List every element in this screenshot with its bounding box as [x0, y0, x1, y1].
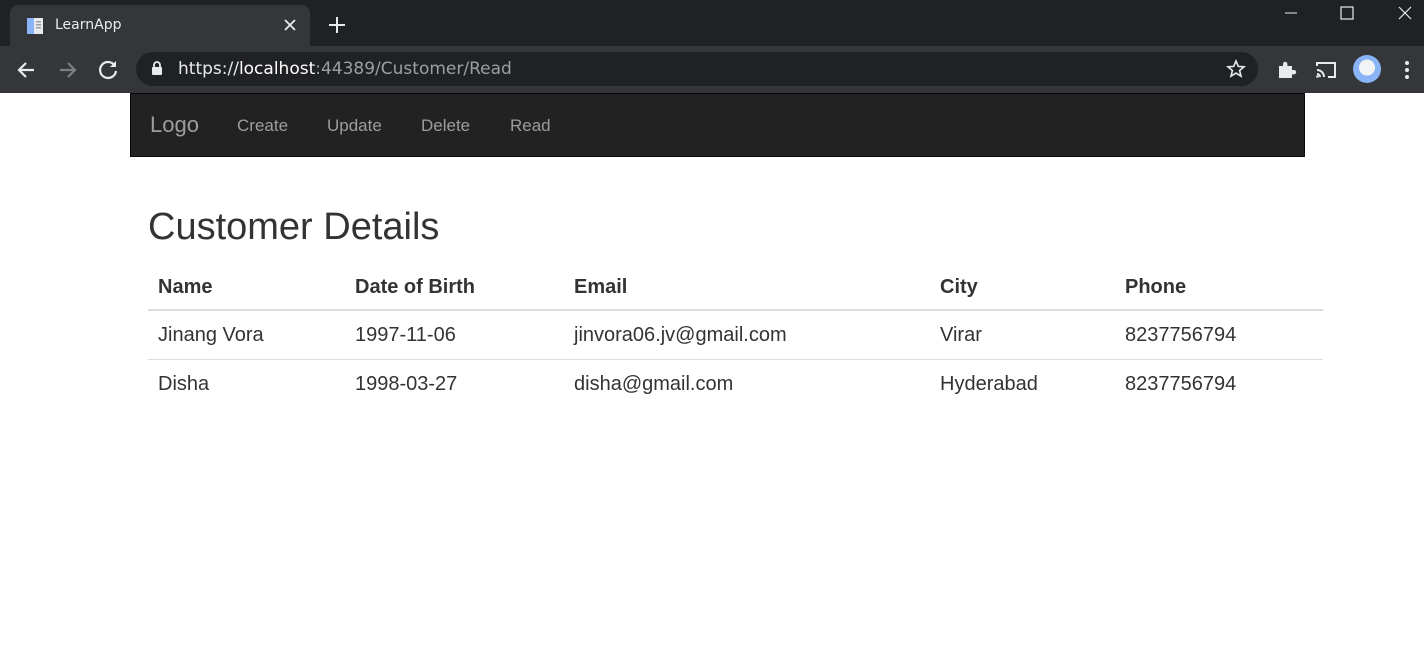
- cell-name: Jinang Vora: [158, 323, 264, 346]
- cell-date-of-birth: 1997-11-06: [355, 323, 456, 346]
- close-window-button[interactable]: [1376, 0, 1424, 30]
- forward-arrow-icon[interactable]: [54, 57, 80, 83]
- reload-icon[interactable]: [95, 57, 121, 83]
- url-scheme: https://: [178, 59, 239, 79]
- minimize-button[interactable]: [1262, 0, 1318, 30]
- cell-city: Virar: [940, 323, 982, 346]
- maximize-button[interactable]: [1318, 0, 1374, 30]
- cell-phone: 8237756794: [1125, 323, 1237, 346]
- column-header-email: Email: [564, 266, 930, 311]
- close-window-icon: [1398, 6, 1412, 20]
- more-menu-icon[interactable]: [1394, 57, 1420, 83]
- nav-link-delete[interactable]: Delete: [421, 116, 470, 136]
- close-tab-icon[interactable]: [282, 17, 298, 33]
- bookmark-star-icon[interactable]: [1226, 59, 1246, 79]
- cell-city: Hyderabad: [930, 359, 1115, 408]
- column-header-date-of-birth: Date of Birth: [345, 266, 564, 311]
- page-favicon-icon: [27, 18, 43, 34]
- maximize-icon: [1340, 6, 1354, 20]
- nav-link-update[interactable]: Update: [327, 116, 382, 136]
- profile-avatar[interactable]: [1353, 55, 1381, 83]
- cell-name: Disha: [148, 359, 345, 408]
- extensions-puzzle-icon[interactable]: [1274, 57, 1300, 83]
- cast-icon[interactable]: [1313, 57, 1339, 83]
- customer-table: Name Date of Birth Email City Phone Jina…: [148, 266, 1323, 408]
- minimize-icon: [1285, 12, 1297, 14]
- nav-link-read[interactable]: Read: [510, 116, 551, 136]
- column-header-name: Name: [148, 266, 345, 311]
- column-header-phone: Phone: [1115, 266, 1323, 311]
- url-path: :44389/Customer/Read: [315, 59, 512, 79]
- tab-title: LearnApp: [55, 17, 122, 33]
- table-row: Disha 1998-03-27 disha@gmail.com Hyderab…: [148, 359, 1323, 408]
- nav-link-create[interactable]: Create: [237, 116, 288, 136]
- column-header-city: City: [930, 266, 1115, 311]
- browser-toolbar: https://localhost:44389/Customer/Read: [0, 46, 1424, 93]
- browser-tab[interactable]: LearnApp: [10, 5, 310, 46]
- new-tab-icon[interactable]: [326, 14, 348, 36]
- url-host: localhost: [238, 59, 316, 79]
- cell-phone: 8237756794: [1115, 359, 1323, 408]
- url-text[interactable]: https://localhost:44389/Customer/Read: [178, 59, 512, 79]
- table-row: Jinang Vora 1997-11-06 jinvora06.jv@gmai…: [148, 310, 1323, 360]
- lock-icon[interactable]: [151, 61, 163, 76]
- cell-date-of-birth: 1998-03-27: [345, 359, 564, 408]
- address-bar[interactable]: https://localhost:44389/Customer/Read: [136, 52, 1258, 86]
- cell-email: disha@gmail.com: [564, 359, 930, 408]
- tab-strip: LearnApp: [0, 0, 1424, 46]
- back-arrow-icon[interactable]: [14, 57, 40, 83]
- table-header-row: Name Date of Birth Email City Phone: [148, 266, 1323, 311]
- cell-email: jinvora06.jv@gmail.com: [574, 323, 787, 346]
- page-title: Customer Details: [148, 206, 440, 248]
- site-navbar: Logo Create Update Delete Read: [130, 93, 1305, 157]
- navbar-brand-logo[interactable]: Logo: [150, 112, 199, 138]
